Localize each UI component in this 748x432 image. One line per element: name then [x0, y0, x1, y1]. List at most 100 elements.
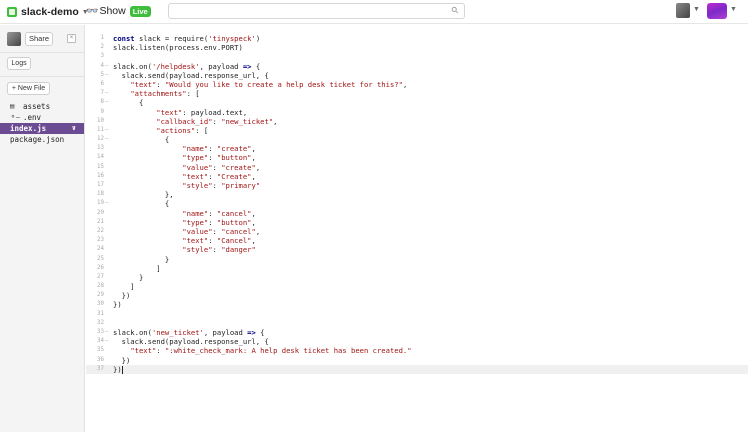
code-line[interactable]: 28 ]	[86, 282, 748, 291]
code-line[interactable]: 11– "actions": [	[86, 126, 748, 135]
folder-icon: ▤	[10, 102, 15, 110]
line-number: 23	[97, 237, 104, 244]
line-number: 32	[97, 319, 104, 326]
code-line[interactable]: 8– {	[86, 98, 748, 107]
code-text: "text": "Would you like to create a help…	[130, 79, 408, 89]
logs-button[interactable]: Logs	[7, 57, 31, 70]
code-line[interactable]: 1 const slack = require('tinyspeck')	[86, 34, 748, 43]
fold-marker-icon: –	[105, 136, 109, 143]
code-line[interactable]: 17 "style": "primary"	[86, 181, 748, 190]
file-item-assets[interactable]: ▤ assets	[0, 101, 84, 112]
code-line[interactable]: 2 slack.listen(process.env.PORT)	[86, 43, 748, 52]
code-line[interactable]: 25 }	[86, 255, 748, 264]
text-cursor	[121, 365, 123, 374]
line-number: 29	[97, 292, 104, 299]
collaborator-avatar	[7, 32, 21, 46]
team-avatar[interactable]	[707, 3, 727, 19]
code-line[interactable]: 31	[86, 310, 748, 319]
code-line[interactable]: 21 "type": "button",	[86, 218, 748, 227]
code-line[interactable]: 9 "text": payload.text,	[86, 108, 748, 117]
code-text: "attachments": [	[130, 89, 200, 99]
code-text: {	[113, 135, 170, 145]
fold-marker-icon: –	[105, 126, 109, 133]
code-text: "value": "cancel",	[182, 226, 261, 236]
line-number: 24	[97, 246, 104, 253]
code-line[interactable]: 30})	[86, 300, 748, 309]
chevron-down-icon[interactable]: ∨	[72, 123, 76, 134]
new-file-button[interactable]: + New File	[7, 82, 50, 95]
line-number: 3	[100, 53, 105, 60]
fold-marker-icon	[105, 264, 113, 273]
code-text: ]	[113, 263, 161, 273]
file-name: .env	[23, 113, 42, 122]
file-item-env[interactable]: ⚬— .env	[0, 112, 84, 123]
line-number: 4	[100, 62, 105, 69]
code-line[interactable]: 13 "name": "create",	[86, 144, 748, 153]
fold-marker-icon	[105, 190, 113, 199]
search-input[interactable]: ⚲	[168, 3, 465, 19]
line-number: 20	[97, 209, 104, 216]
code-line[interactable]: 33– slack.on('new_ticket', payload => {	[86, 328, 748, 337]
file-item-package-json[interactable]: package.json	[0, 134, 84, 145]
code-line[interactable]: 6 "text": "Would you like to create a he…	[86, 80, 748, 89]
line-number: 1	[100, 35, 105, 41]
show-button[interactable]: 👓 Show Live	[86, 5, 151, 17]
share-button[interactable]: Share	[25, 32, 53, 46]
collapse-sidebar-icon[interactable]: ×	[67, 34, 76, 43]
code-lines: 1 const slack = require('tinyspeck') 2 slac…	[86, 34, 748, 374]
code-text: slack.listen(process.env.PORT)	[113, 43, 243, 53]
code-line[interactable]: 36 })	[86, 356, 748, 365]
code-line[interactable]: 14 "type": "button",	[86, 153, 748, 162]
code-text: "actions": [	[156, 125, 209, 135]
line-number: 5	[100, 71, 105, 78]
code-editor[interactable]: 1 const slack = require('tinyspeck') 2 slac…	[86, 25, 748, 432]
line-number: 36	[97, 356, 104, 363]
code-line[interactable]: 7– "attachments": [	[86, 89, 748, 98]
fold-marker-icon	[105, 365, 113, 374]
divider	[0, 76, 84, 77]
fold-marker-icon: –	[105, 99, 109, 106]
code-line[interactable]: 5– slack.send(payload.response_url, {	[86, 71, 748, 80]
code-line[interactable]: 23 "text": "Cancel",	[86, 236, 748, 245]
code-line[interactable]: 15 "value": "create",	[86, 163, 748, 172]
code-line[interactable]: 24 "style": "danger"	[86, 245, 748, 254]
fold-marker-icon: –	[105, 62, 109, 69]
line-number: 22	[97, 227, 104, 234]
code-line[interactable]: 26 ]	[86, 264, 748, 273]
code-line[interactable]: 19– {	[86, 199, 748, 208]
project-logo-icon	[7, 7, 17, 17]
code-line[interactable]: 37})	[86, 364, 748, 374]
project-menu[interactable]: slack-demo ▼	[7, 5, 89, 19]
line-number: 33	[97, 329, 104, 335]
file-item-index-js[interactable]: index.js ∨	[0, 123, 84, 134]
project-name: slack-demo	[21, 6, 79, 18]
code-line[interactable]: 20 "name": "cancel",	[86, 209, 748, 218]
code-line[interactable]: 18 },	[86, 190, 748, 199]
code-line[interactable]: 22 "value": "cancel",	[86, 227, 748, 236]
code-line[interactable]: 12– {	[86, 135, 748, 144]
code-line[interactable]: 34– slack.send(payload.response_url, {	[86, 337, 748, 346]
fold-marker-icon	[105, 80, 113, 89]
user-avatar[interactable]	[676, 3, 690, 18]
fold-marker-icon	[105, 346, 113, 355]
line-number: 37	[97, 365, 104, 372]
code-line[interactable]: 29 })	[86, 291, 748, 300]
line-number: 18	[97, 191, 104, 198]
line-number: 26	[97, 264, 104, 271]
live-badge: Live	[129, 5, 151, 17]
fold-marker-icon: –	[105, 90, 109, 97]
code-line[interactable]: 10 "callback_id": "new_ticket",	[86, 117, 748, 126]
line-number: 6	[100, 80, 105, 87]
code-text: }	[113, 272, 144, 282]
code-line[interactable]: 35 "text": ":white_check_mark: A help de…	[86, 346, 748, 355]
code-text: })	[113, 355, 131, 365]
code-text: "name": "cancel",	[182, 208, 256, 218]
code-line[interactable]: 3	[86, 52, 748, 61]
key-icon: ⚬—	[10, 113, 21, 121]
code-line[interactable]: 4– slack.on('/helpdesk', payload => {	[86, 62, 748, 71]
code-line[interactable]: 27 }	[86, 273, 748, 282]
code-text: }	[113, 254, 170, 264]
line-number: 10	[97, 117, 104, 124]
code-line[interactable]: 32	[86, 319, 748, 328]
code-line[interactable]: 16 "text": "Create",	[86, 172, 748, 181]
